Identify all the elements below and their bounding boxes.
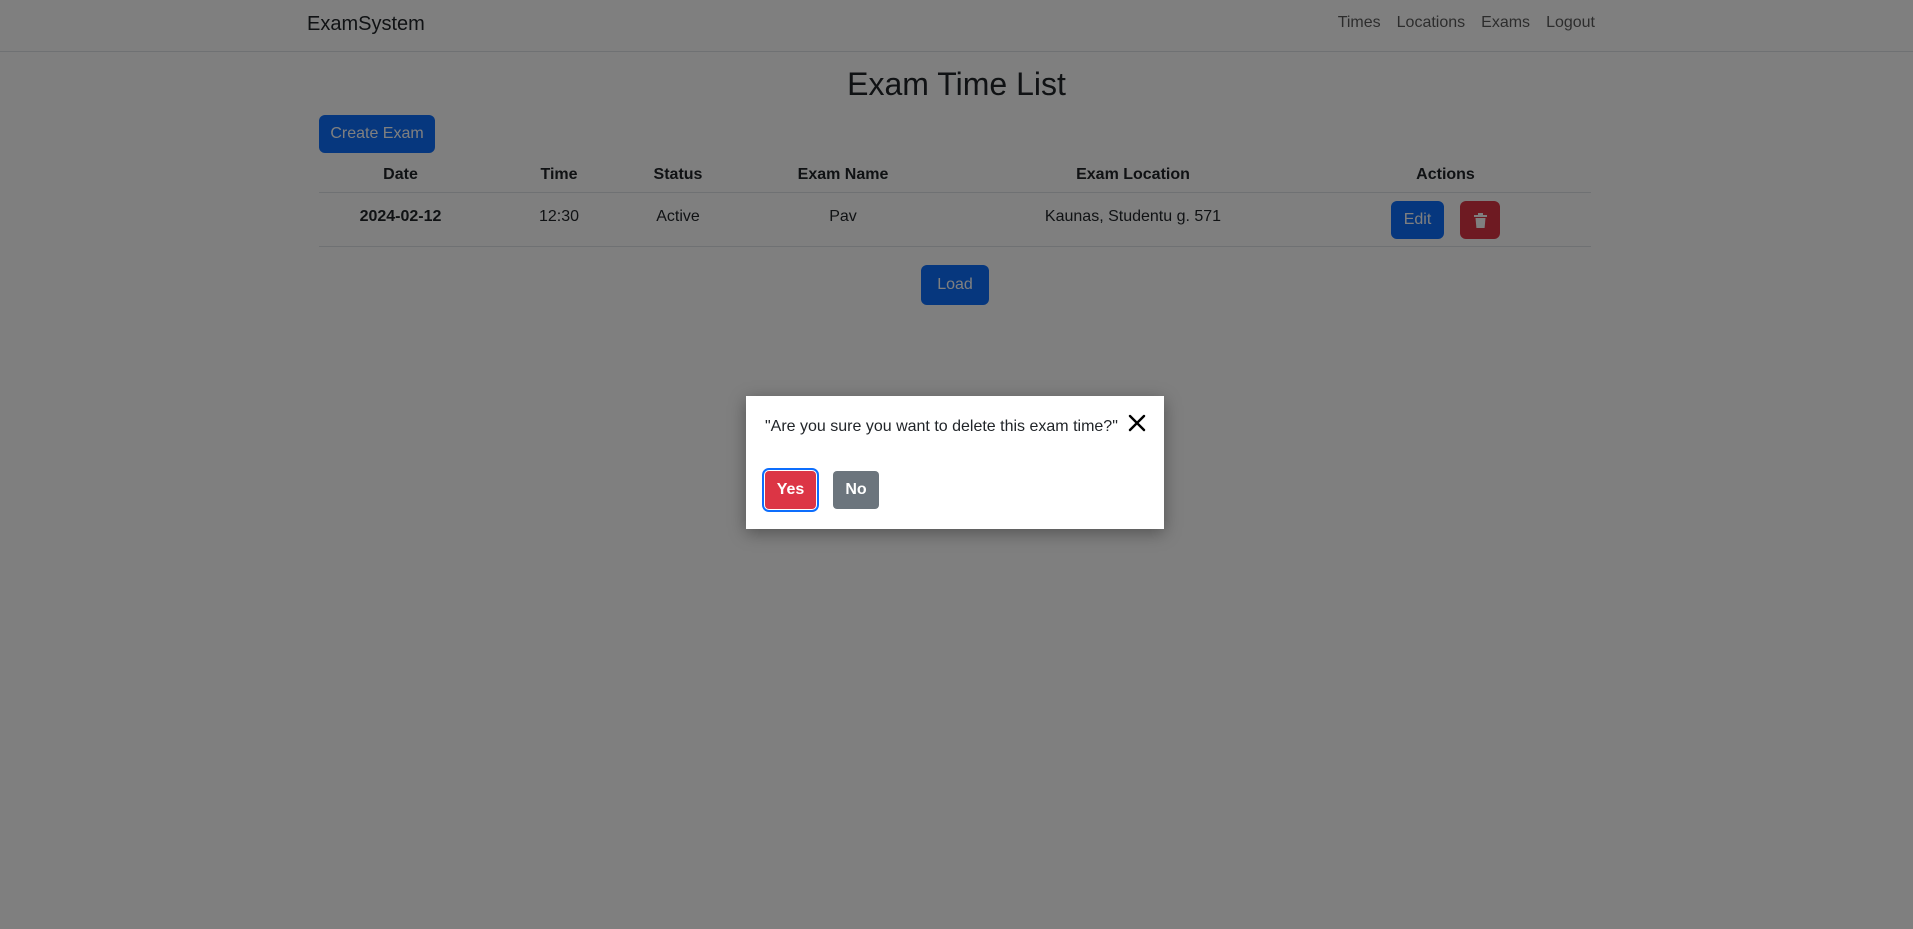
page: ExamSystem Times Locations Exams Logout … [0, 0, 1913, 929]
close-dialog-button[interactable] [1126, 412, 1148, 434]
dialog-message: "Are you sure you want to delete this ex… [765, 418, 1118, 435]
confirm-no-button[interactable]: No [833, 471, 879, 509]
confirm-yes-button[interactable]: Yes [762, 468, 819, 512]
close-icon [1128, 414, 1146, 432]
delete-confirm-dialog: "Are you sure you want to delete this ex… [746, 396, 1164, 529]
